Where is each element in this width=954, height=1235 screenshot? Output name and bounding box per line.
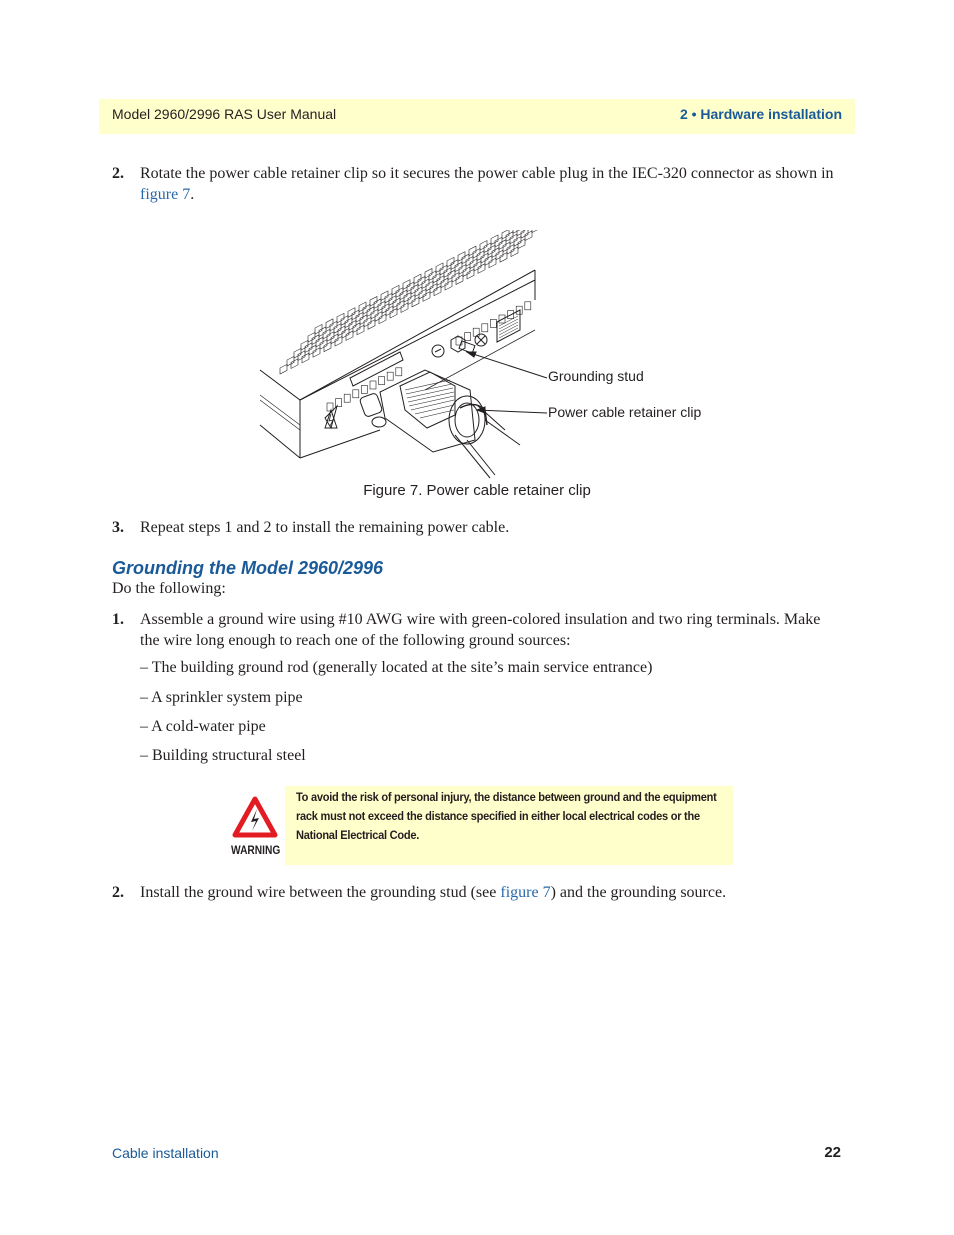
front-panel-leds	[326, 301, 532, 412]
thumbscrew	[359, 393, 387, 428]
vent-grid	[279, 206, 554, 375]
device-chassis-illustration	[259, 206, 554, 479]
led-cell	[343, 393, 351, 403]
step-text-part: Install the ground wire between the grou…	[140, 884, 501, 901]
vent-cell	[531, 222, 540, 233]
vent-cell	[512, 223, 521, 234]
callout-power-cable-retainer-clip: Power cable retainer clip	[548, 404, 702, 420]
figure-7-link[interactable]: figure 7	[500, 884, 550, 901]
step-2-install-wire: 2. Install the ground wire between the g…	[112, 882, 842, 903]
figure-7-link[interactable]: figure 7	[140, 186, 190, 203]
ground-source-item: – The building ground rod (generally loc…	[140, 659, 653, 676]
ground-source-item: – A sprinkler system pipe	[140, 689, 303, 706]
footer-section: Cable installation	[112, 1145, 219, 1161]
manual-title: Model 2960/2996 RAS User Manual	[112, 106, 337, 122]
step-number: 1.	[112, 611, 124, 628]
step-text-part: ) and the grounding source.	[550, 884, 727, 901]
ground-source-item: – Building structural steel	[140, 747, 306, 764]
led-cell	[352, 389, 360, 399]
section-heading: Grounding the Model 2960/2996	[112, 558, 384, 578]
step-3-repeat: 3. Repeat steps 1 and 2 to install the r…	[112, 517, 842, 538]
step-text: Assemble a ground wire using #10 AWG wir…	[140, 611, 821, 649]
step-number: 2.	[112, 884, 124, 901]
led-cell	[524, 301, 532, 311]
led-cell	[378, 376, 385, 385]
led-cell	[326, 402, 334, 412]
warning-electrical-icon	[232, 796, 278, 838]
figure-7-illustration	[255, 206, 705, 480]
vent-cell	[279, 363, 288, 375]
step-2-rotate-clip: 2. Rotate the power cable retainer clip …	[112, 163, 842, 205]
step-number: 2.	[112, 165, 124, 182]
led-cell	[369, 380, 377, 390]
power-connector	[379, 369, 521, 479]
warning-box: To avoid the risk of personal injury, th…	[285, 786, 733, 865]
step-text: Repeat steps 1 and 2 to install the rema…	[140, 519, 510, 536]
retainer-clip-arrow	[476, 409, 548, 414]
step-text-part: .	[190, 186, 195, 203]
led-cell	[386, 371, 394, 381]
led-cell	[490, 319, 497, 328]
warning-text: To avoid the risk of personal injury, th…	[296, 790, 717, 842]
led-cell	[464, 332, 471, 341]
step-text: Install the ground wire between the grou…	[140, 882, 842, 903]
vent-cell	[520, 228, 529, 239]
step-text-part: Rotate the power cable retainer clip so …	[140, 165, 834, 182]
callout-grounding-stud: Grounding stud	[548, 368, 644, 384]
intro-text: Do the following:	[112, 580, 226, 597]
ground-source-item: – A cold-water pipe	[140, 718, 266, 735]
grounding-stud-arrow	[466, 351, 548, 379]
step-text: Rotate the power cable retainer clip so …	[140, 163, 842, 205]
led-cell	[335, 398, 342, 407]
page-number: 22	[824, 1144, 841, 1161]
led-cell	[481, 323, 489, 333]
step-number: 3.	[112, 519, 124, 536]
chapter-title: 2 • Hardware installation	[679, 106, 842, 122]
led-cell	[361, 385, 368, 394]
running-header: Model 2960/2996 RAS User Manual 2 • Hard…	[99, 99, 855, 134]
figure-caption: Figure 7. Power cable retainer clip	[363, 482, 591, 499]
step-1-assemble-wire: 1. Assemble a ground wire using #10 AWG …	[112, 609, 842, 651]
led-cell	[395, 367, 403, 377]
warning-label: WARNING	[231, 843, 281, 857]
grounding-stud	[450, 335, 476, 354]
